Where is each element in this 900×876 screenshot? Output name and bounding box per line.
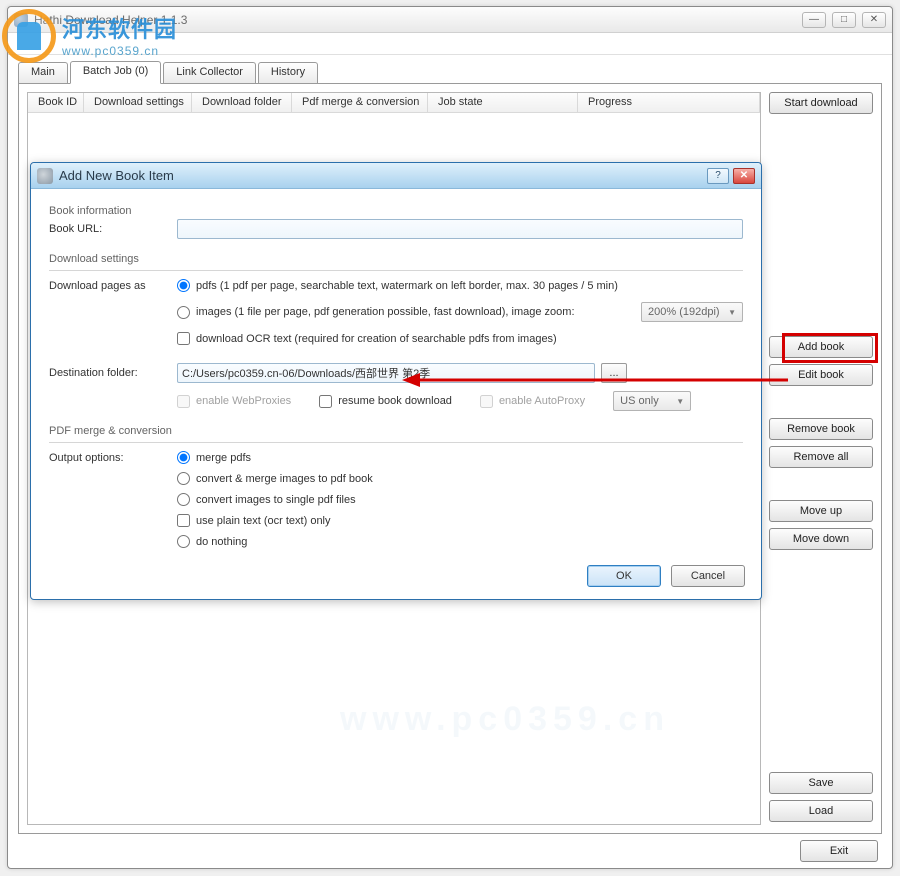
dialog-body: Book information Book URL: Download sett… — [31, 189, 761, 574]
radio-do-nothing[interactable] — [177, 535, 190, 548]
radio-pdfs-label: pdfs (1 pdf per page, searchable text, w… — [196, 280, 618, 292]
radio-convert-single[interactable] — [177, 493, 190, 506]
tab-link-collector[interactable]: Link Collector — [163, 62, 256, 83]
section-book-info: Book information — [49, 199, 743, 219]
check-plain-text[interactable] — [177, 514, 190, 527]
radio-images-row: images (1 file per page, pdf generation … — [177, 302, 743, 322]
start-download-button[interactable]: Start download — [769, 92, 873, 114]
radio-merge-label: merge pdfs — [196, 452, 251, 464]
check-resume[interactable] — [319, 395, 332, 408]
label-destination: Destination folder: — [49, 367, 177, 379]
autoproxy-value: US only — [620, 395, 659, 407]
radio-conv1-label: convert & merge images to pdf book — [196, 473, 373, 485]
radio-pdfs[interactable] — [177, 279, 190, 292]
app-icon — [14, 13, 28, 27]
bottom-bar: Exit — [8, 834, 892, 868]
remove-all-button[interactable]: Remove all — [769, 446, 873, 468]
tab-main[interactable]: Main — [18, 62, 68, 83]
check-autoproxy — [480, 395, 493, 408]
exit-button[interactable]: Exit — [800, 840, 878, 862]
dialog-icon — [37, 168, 53, 184]
save-button[interactable]: Save — [769, 772, 873, 794]
window-controls: — □ ✕ — [802, 12, 886, 28]
divider — [49, 270, 743, 271]
check-download-ocr[interactable] — [177, 332, 190, 345]
col-progress[interactable]: Progress — [578, 93, 760, 112]
label-download-pages-as: Download pages as — [49, 279, 177, 292]
check-autoproxy-label: enable AutoProxy — [499, 395, 585, 407]
section-pdf-merge: PDF merge & conversion — [49, 419, 743, 439]
check-webproxies-label: enable WebProxies — [196, 395, 291, 407]
divider — [49, 442, 743, 443]
label-output-options: Output options: — [49, 451, 177, 464]
titlebar: Hathi Download Helper 1.1.3 — □ ✕ — [8, 7, 892, 33]
section-download-settings: Download settings — [49, 247, 743, 267]
check-webproxies — [177, 395, 190, 408]
menubar — [8, 33, 892, 55]
radio-conv2-label: convert images to single pdf files — [196, 494, 356, 506]
row-destination: Destination folder: ... — [49, 363, 743, 383]
col-download-folder[interactable]: Download folder — [192, 93, 292, 112]
col-pdf-merge[interactable]: Pdf merge & conversion — [292, 93, 428, 112]
move-down-button[interactable]: Move down — [769, 528, 873, 550]
check-plain-row: use plain text (ocr text) only — [177, 514, 743, 527]
tab-batch-job[interactable]: Batch Job (0) — [70, 61, 161, 84]
radio-convert-merge[interactable] — [177, 472, 190, 485]
close-button[interactable]: ✕ — [862, 12, 886, 28]
minimize-button[interactable]: — — [802, 12, 826, 28]
check-autoproxy-row: enable AutoProxy — [480, 395, 585, 408]
row-output-options: Output options: merge pdfs convert & mer… — [49, 451, 743, 556]
zoom-dropdown[interactable]: 200% (192dpi) ▼ — [641, 302, 743, 322]
chevron-down-icon: ▼ — [728, 308, 736, 317]
remove-book-button[interactable]: Remove book — [769, 418, 873, 440]
destination-input[interactable] — [177, 363, 595, 383]
ok-button[interactable]: OK — [587, 565, 661, 587]
load-button[interactable]: Load — [769, 800, 873, 822]
window-title: Hathi Download Helper 1.1.3 — [34, 13, 802, 27]
radio-nothing-row: do nothing — [177, 535, 743, 548]
cancel-button[interactable]: Cancel — [671, 565, 745, 587]
dialog-controls: ? ✕ — [707, 168, 755, 184]
zoom-value: 200% (192dpi) — [648, 306, 720, 318]
radio-merge-row: merge pdfs — [177, 451, 743, 464]
col-book-id[interactable]: Book ID — [28, 93, 84, 112]
browse-button[interactable]: ... — [601, 363, 627, 383]
move-up-button[interactable]: Move up — [769, 500, 873, 522]
dialog-button-bar: OK Cancel — [587, 565, 745, 587]
maximize-button[interactable]: □ — [832, 12, 856, 28]
dialog-close-button[interactable]: ✕ — [733, 168, 755, 184]
check-webproxies-row: enable WebProxies — [177, 395, 291, 408]
radio-conv2-row: convert images to single pdf files — [177, 493, 743, 506]
row-book-url: Book URL: — [49, 219, 743, 239]
radio-pdfs-row: pdfs (1 pdf per page, searchable text, w… — [177, 279, 743, 292]
add-book-button[interactable]: Add book — [769, 336, 873, 358]
radio-images[interactable] — [177, 306, 190, 319]
label-book-url: Book URL: — [49, 223, 177, 235]
check-download-ocr-label: download OCR text (required for creation… — [196, 333, 557, 345]
radio-conv1-row: convert & merge images to pdf book — [177, 472, 743, 485]
check-resume-label: resume book download — [338, 395, 452, 407]
book-url-input[interactable] — [177, 219, 743, 239]
row-download-pages-as: Download pages as pdfs (1 pdf per page, … — [49, 279, 743, 355]
chevron-down-icon: ▼ — [676, 397, 684, 406]
dialog-title: Add New Book Item — [59, 168, 707, 183]
check-resume-row: resume book download — [319, 395, 452, 408]
radio-images-label: images (1 file per page, pdf generation … — [196, 306, 575, 318]
radio-nothing-label: do nothing — [196, 536, 247, 548]
check-ocr-row: download OCR text (required for creation… — [177, 332, 743, 345]
dialog-help-button[interactable]: ? — [707, 168, 729, 184]
row-proxy-options: enable WebProxies resume book download e… — [177, 391, 743, 411]
radio-merge-pdfs[interactable] — [177, 451, 190, 464]
check-plain-label: use plain text (ocr text) only — [196, 515, 331, 527]
add-book-dialog: Add New Book Item ? ✕ Book information B… — [30, 162, 762, 600]
edit-book-button[interactable]: Edit book — [769, 364, 873, 386]
autoproxy-dropdown: US only ▼ — [613, 391, 691, 411]
side-button-column: Start download Add book Edit book Remove… — [769, 92, 873, 822]
tab-strip: Main Batch Job (0) Link Collector Histor… — [18, 61, 882, 83]
dialog-titlebar: Add New Book Item ? ✕ — [31, 163, 761, 189]
col-download-settings[interactable]: Download settings — [84, 93, 192, 112]
col-job-state[interactable]: Job state — [428, 93, 578, 112]
table-header-row: Book ID Download settings Download folde… — [28, 93, 760, 113]
tab-history[interactable]: History — [258, 62, 318, 83]
